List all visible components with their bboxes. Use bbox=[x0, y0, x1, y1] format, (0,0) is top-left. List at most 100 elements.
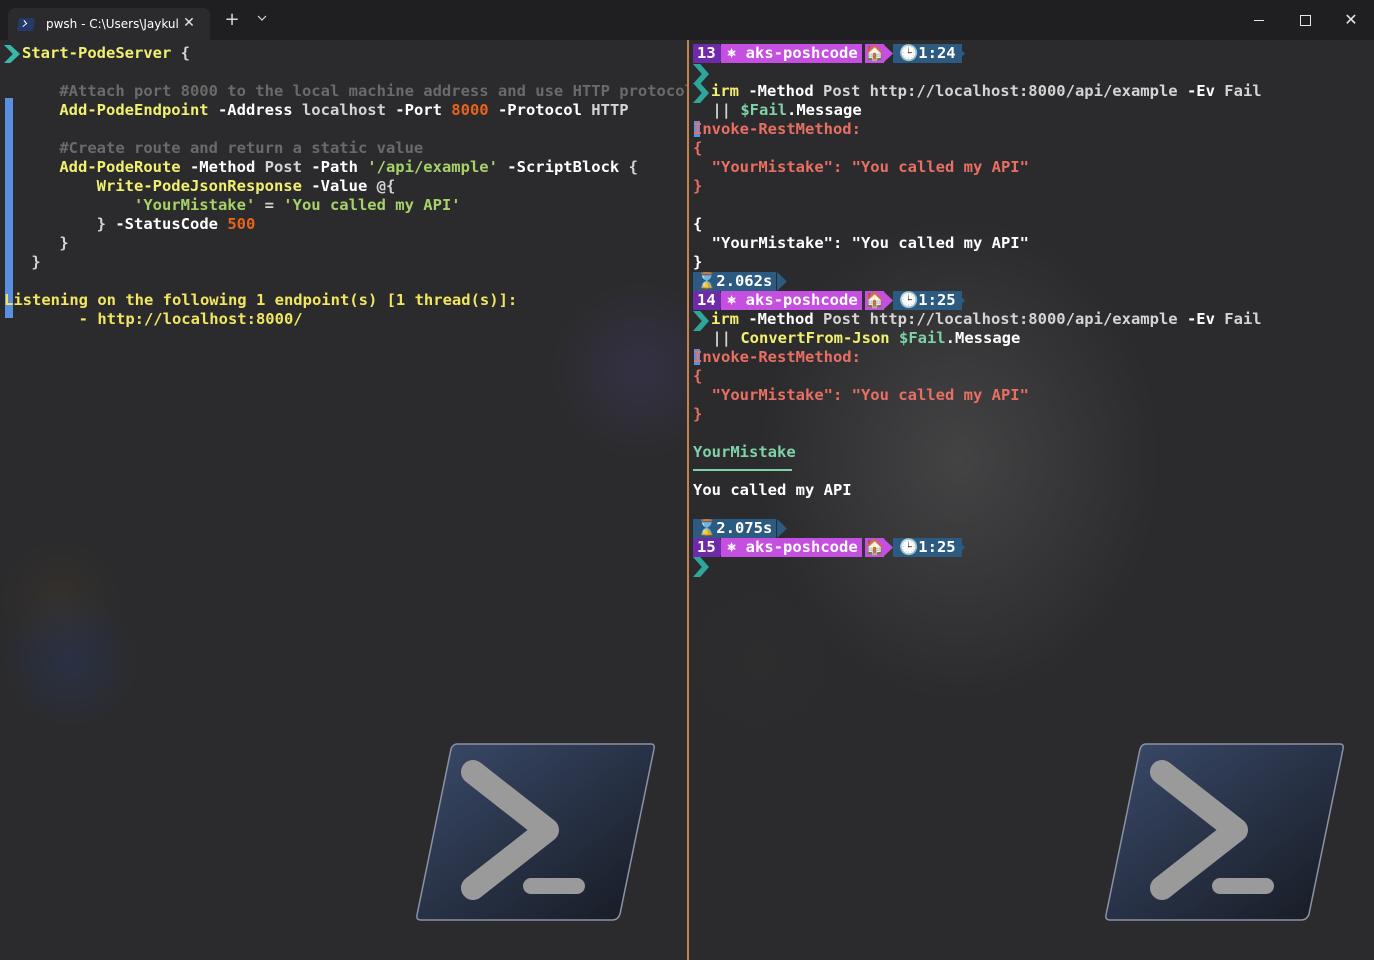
powershell-logo-icon bbox=[416, 743, 655, 921]
powerline-separator-icon bbox=[955, 538, 965, 557]
code-token: Post bbox=[823, 82, 861, 100]
output-text: "YourMistake": "You called my API" bbox=[693, 234, 1029, 252]
table-header-underline bbox=[693, 469, 792, 471]
error-text: "YourMistake": "You called my API" bbox=[693, 158, 1029, 176]
code-token: Post bbox=[823, 310, 861, 328]
code-token: 'You called my API' bbox=[283, 196, 461, 214]
error-text: { bbox=[693, 367, 703, 385]
code-line: - http://localhost:8000/ bbox=[4, 310, 303, 329]
code-line: Listening on the following 1 endpoint(s)… bbox=[4, 291, 517, 310]
code-line: #Attach port 8000 to the local machine a… bbox=[22, 82, 687, 101]
chevron-down-icon[interactable] bbox=[248, 8, 276, 32]
tab-title: pwsh - C:\Users\Jaykul bbox=[46, 17, 179, 31]
code-token: @{ bbox=[376, 177, 396, 195]
code-token: #Attach port 8000 to the local machine a… bbox=[22, 82, 687, 100]
code-token: Post bbox=[264, 158, 302, 176]
error-text: } bbox=[693, 405, 703, 423]
code-token: http://localhost:8000/api/example bbox=[860, 82, 1178, 100]
error-text: } bbox=[693, 177, 703, 195]
code-token: Add-PodeRoute bbox=[22, 158, 181, 176]
error-text: { bbox=[693, 139, 703, 157]
code-token: { bbox=[171, 44, 190, 62]
minimize-icon bbox=[1254, 19, 1264, 21]
code-token: Start-PodeServer bbox=[22, 44, 172, 62]
code-line: } bbox=[22, 234, 69, 253]
code-token: -Ev bbox=[1177, 310, 1225, 328]
terminal-pane-right[interactable]: 13 ⎈ aks-poshcode 🏠 🕒1:24 irm -Method Po… bbox=[689, 40, 1374, 960]
code-token: 8000 bbox=[451, 101, 489, 119]
code-token: Write-PodeJsonResponse bbox=[22, 177, 302, 195]
prompt-kube-context: ⎈ aks-poshcode bbox=[721, 538, 862, 557]
powershell-icon bbox=[16, 17, 36, 31]
maximize-icon bbox=[1299, 14, 1311, 26]
code-token: http://localhost:8000/api/example bbox=[860, 310, 1178, 328]
code-line: Write-PodeJsonResponse -Value @{ bbox=[22, 177, 396, 196]
code-token: -StatusCode bbox=[115, 215, 228, 233]
prompt-chevron-icon bbox=[693, 83, 709, 103]
continuation-bar bbox=[5, 98, 13, 318]
powershell-logo-icon bbox=[1105, 743, 1344, 921]
prompt-kube-context: ⎈ aks-poshcode bbox=[721, 291, 862, 310]
powerline-separator-icon bbox=[883, 291, 893, 310]
table-header: YourMistake bbox=[693, 443, 796, 461]
code-token: } bbox=[22, 215, 116, 233]
terminal-tab[interactable]: pwsh - C:\Users\Jaykul ✕ bbox=[8, 8, 210, 40]
code-line: Add-PodeEndpoint -Address localhost -Por… bbox=[22, 101, 629, 120]
code-token: $Fail bbox=[740, 101, 787, 119]
terminal-pane-left[interactable]: Start-PodeServer { #Attach port 8000 to … bbox=[0, 40, 687, 960]
home-icon: 🏠 bbox=[865, 291, 885, 310]
code-token: Fail bbox=[1224, 310, 1262, 328]
code-token: -Protocol bbox=[488, 101, 592, 119]
table-cell: You called my API bbox=[693, 481, 852, 499]
code-token: = bbox=[255, 196, 284, 214]
code-token: $Fail bbox=[898, 329, 946, 347]
code-token: 'YourMistake' bbox=[22, 196, 256, 214]
error-label: Invoke-RestMethod: bbox=[693, 348, 861, 366]
prompt-chevron-icon[interactable] bbox=[693, 557, 709, 577]
code-token: .Message bbox=[787, 101, 862, 119]
code-token: -Port bbox=[385, 101, 452, 119]
code-token: 500 bbox=[227, 215, 256, 233]
code-token: -Method bbox=[739, 310, 823, 328]
code-token: } bbox=[22, 234, 69, 252]
command-line: || $Fail.Message bbox=[703, 101, 862, 120]
output-text: } bbox=[693, 253, 703, 271]
powerline-separator-icon bbox=[777, 272, 787, 291]
command-line: irm -Method Post http://localhost:8000/a… bbox=[711, 82, 1262, 101]
code-token: -Value bbox=[301, 177, 377, 195]
close-tab-icon[interactable]: ✕ bbox=[180, 14, 198, 32]
prompt-duration: ⌛2.075s bbox=[693, 519, 777, 538]
code-line: Start-PodeServer { bbox=[22, 44, 190, 63]
error-text: "YourMistake": "You called my API" bbox=[693, 386, 1029, 404]
prompt-history-number: 14 bbox=[693, 291, 720, 310]
error-label: Invoke-RestMethod: bbox=[693, 120, 861, 138]
code-token: HTTP bbox=[591, 101, 629, 119]
code-line: #Create route and return a static value bbox=[22, 139, 423, 158]
prompt-kube-context: ⎈ aks-poshcode bbox=[721, 44, 862, 63]
command-line: irm -Method Post http://localhost:8000/a… bbox=[711, 310, 1262, 329]
code-line: 'YourMistake' = 'You called my API' bbox=[22, 196, 461, 215]
code-line: Add-PodeRoute -Method Post -Path '/api/e… bbox=[22, 158, 638, 177]
powerline-separator-icon bbox=[955, 44, 965, 63]
code-token: -Path bbox=[301, 158, 368, 176]
close-window-button[interactable]: ✕ bbox=[1328, 0, 1374, 40]
powerline-separator-icon bbox=[955, 291, 965, 310]
new-tab-button[interactable]: + bbox=[218, 8, 246, 32]
code-token: -Address bbox=[208, 101, 302, 119]
prompt-chevron-icon bbox=[4, 45, 20, 63]
code-token: Fail bbox=[1224, 82, 1262, 100]
code-token: || bbox=[703, 329, 741, 347]
maximize-button[interactable] bbox=[1282, 0, 1328, 40]
prompt-duration: ⌛2.062s bbox=[693, 272, 777, 291]
powerline-separator-icon bbox=[883, 538, 893, 557]
code-token: irm bbox=[711, 82, 739, 100]
code-token: -Ev bbox=[1177, 82, 1225, 100]
code-line: } -StatusCode 500 bbox=[22, 215, 256, 234]
minimize-button[interactable] bbox=[1236, 0, 1282, 40]
code-token: ConvertFrom-Json bbox=[740, 329, 890, 347]
title-bar: pwsh - C:\Users\Jaykul ✕ + ✕ bbox=[0, 0, 1374, 40]
code-token: '/api/example' bbox=[367, 158, 498, 176]
prompt-history-number: 13 bbox=[693, 44, 720, 63]
prompt-chevron-icon bbox=[693, 311, 709, 331]
